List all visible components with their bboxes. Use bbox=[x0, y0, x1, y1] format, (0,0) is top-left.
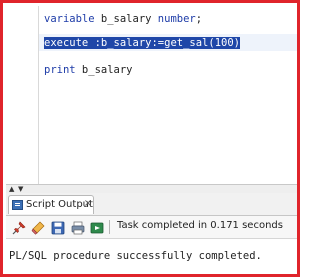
annotation-frame: variable b_salary number; execute :b_sal… bbox=[0, 0, 300, 277]
variable-name: b_salary bbox=[94, 13, 158, 25]
code-line-1[interactable]: variable b_salary number; bbox=[44, 11, 202, 27]
code-line-3[interactable]: print b_salary bbox=[44, 62, 133, 78]
editor-gutter bbox=[6, 6, 38, 184]
sql-editor[interactable]: variable b_salary number; execute :b_sal… bbox=[6, 6, 297, 184]
script-output-icon bbox=[12, 200, 23, 210]
keyword-execute: execute bbox=[44, 37, 89, 49]
task-status-text: Task completed in 0.171 seconds bbox=[117, 220, 283, 231]
keyword-variable: variable bbox=[44, 13, 95, 25]
selected-text: execute :b_salary:=get_sal(100) bbox=[44, 37, 240, 49]
keyword-print: print bbox=[44, 64, 76, 76]
code-line-2[interactable]: execute :b_salary:=get_sal(100) bbox=[44, 35, 240, 51]
pin-icon[interactable] bbox=[12, 220, 26, 235]
eraser-icon[interactable] bbox=[31, 220, 45, 235]
tab-script-output[interactable]: Script Output × bbox=[8, 195, 94, 214]
open-icon[interactable] bbox=[90, 220, 104, 234]
collapse-up-arrow-icon[interactable]: ▲ bbox=[9, 186, 14, 193]
save-icon[interactable] bbox=[51, 220, 65, 235]
toolbar-separator bbox=[109, 220, 110, 234]
execute-statement: :b_salary:=get_sal(100) bbox=[88, 37, 240, 49]
print-argument: b_salary bbox=[75, 64, 133, 76]
output-toolbar: Task completed in 0.171 seconds bbox=[6, 216, 297, 239]
print-icon[interactable] bbox=[71, 220, 85, 235]
output-message: PL/SQL procedure successfully completed. bbox=[9, 250, 262, 262]
gutter-divider bbox=[38, 6, 39, 184]
script-output-area[interactable]: PL/SQL procedure successfully completed. bbox=[6, 239, 297, 274]
statement-terminator: ; bbox=[195, 13, 203, 25]
close-icon[interactable]: × bbox=[83, 198, 93, 210]
keyword-number: number bbox=[157, 13, 196, 25]
output-tab-bar: Script Output × bbox=[6, 193, 297, 216]
expand-down-arrow-icon[interactable]: ▼ bbox=[18, 186, 23, 193]
